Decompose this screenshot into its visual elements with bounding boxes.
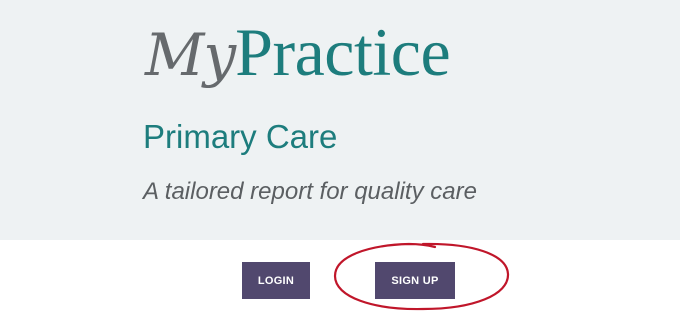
hero-banner: MyPractice Primary Care A tailored repor… — [0, 0, 680, 240]
brand-logo-my: My — [145, 21, 236, 89]
tagline: A tailored report for quality care — [143, 178, 477, 205]
signup-button[interactable]: SIGN UP — [375, 262, 455, 299]
brand-logo-practice: Practice — [235, 14, 451, 90]
login-button[interactable]: LOGIN — [242, 262, 310, 299]
landing-page: MyPractice Primary Care A tailored repor… — [0, 0, 680, 314]
brand-subtitle: Primary Care — [143, 118, 338, 155]
brand-logo: MyPractice — [145, 18, 451, 108]
